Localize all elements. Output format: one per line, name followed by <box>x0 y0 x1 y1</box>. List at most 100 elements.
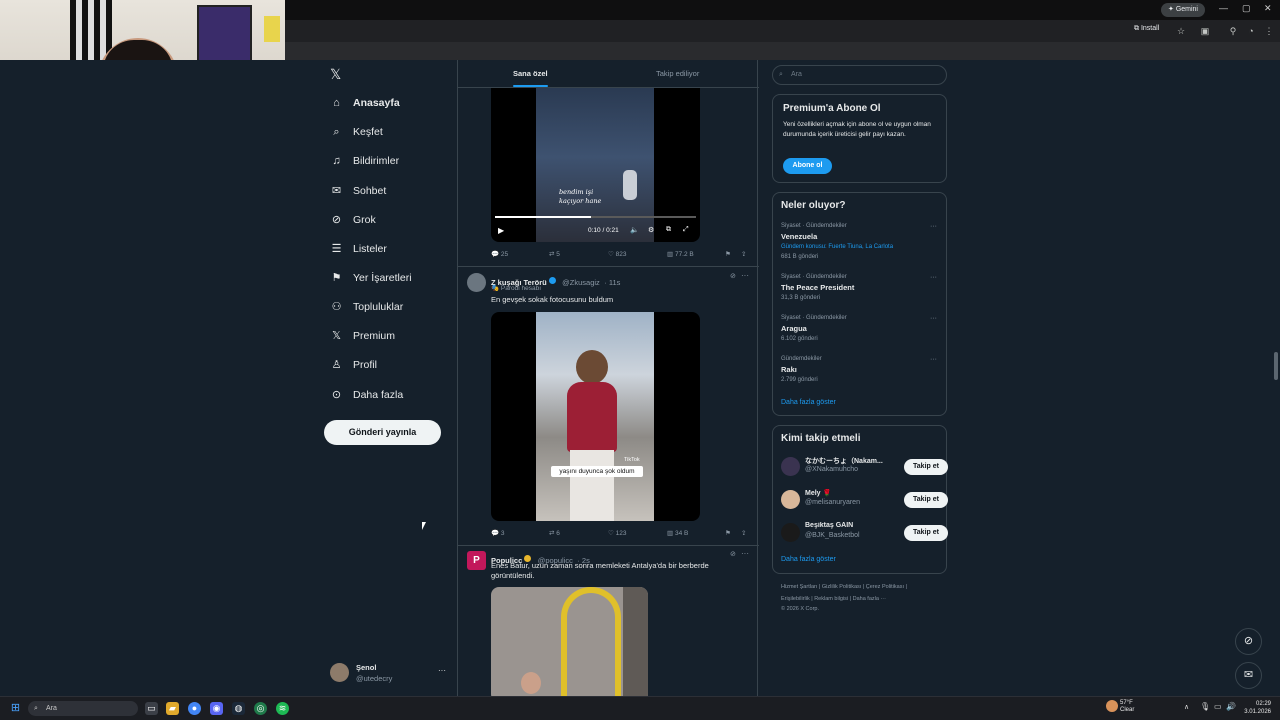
follow-button[interactable]: Takip et <box>904 525 948 541</box>
network-icon[interactable]: ▭ <box>1214 702 1222 711</box>
more-icon[interactable]: ··· <box>741 271 749 280</box>
grok-icon[interactable]: ⊘ <box>730 550 736 558</box>
nav-item-0[interactable]: ⌂ Anasayfa <box>330 93 400 113</box>
views-count[interactable]: ▥ 77.2 B <box>667 250 694 258</box>
fullscreen-icon[interactable]: ⤢ <box>683 226 689 234</box>
tweet-handle[interactable]: @Zkusagiz <box>562 278 600 287</box>
reply-button[interactable]: 💬 3 <box>491 529 505 537</box>
menu-kebab-icon[interactable]: ⋮ <box>1264 26 1274 36</box>
tweet[interactable]: Z kuşağı Terörü @Zkusagiz · 11s ⊘ ··· 🎭 … <box>458 267 759 545</box>
tweet-text: En gevşek sokak fotocusunu buldum <box>491 295 614 304</box>
x-page: 𝕏 ⌂ Anasayfa ⌕ Keşfet ♫ Bildirimler ✉ Sohbet ⊘ Gr… <box>0 60 1280 696</box>
sidepanel-icon[interactable]: ▣ <box>1200 26 1210 36</box>
follow-suggestion[interactable]: Mely 🌹 @melisanuryaren Takip et <box>781 487 948 513</box>
who-show-more[interactable]: Daha fazla göster <box>781 556 836 563</box>
footer-links[interactable]: Hizmet Şartları | Gizlilik Politikası | … <box>781 584 951 590</box>
clock[interactable]: 02:29 3.01.2026 <box>1243 700 1271 716</box>
taskbar-search[interactable]: ⌕ Ara <box>28 701 138 716</box>
bookmark-icon[interactable]: ⚑ <box>725 529 731 537</box>
trend-item[interactable]: Siyaset · Gündemdekiler The Peace Preside… <box>781 274 941 312</box>
nav-item-2[interactable]: ♫ Bildirimler <box>330 151 399 171</box>
grok-float-button[interactable]: ⊘ <box>1235 628 1262 655</box>
nav-item-4[interactable]: ⊘ Grok <box>330 210 376 230</box>
follow-suggestion[interactable]: なかむーちょ（Nakam... @XNakamuhcho Takip et <box>781 454 948 480</box>
trend-subtitle[interactable]: Gündem konusu: Fuerte Tiuna, La Carlota <box>781 244 893 250</box>
profile-icon[interactable]: ◔ <box>1246 26 1256 36</box>
reply-button[interactable]: 💬 25 <box>491 250 508 258</box>
play-icon[interactable]: ▶ <box>498 226 504 235</box>
nav-item-8[interactable]: 𝕏 Premium <box>330 326 395 346</box>
share-icon[interactable]: ⇪ <box>741 529 746 537</box>
repost-button[interactable]: ⇄ 6 <box>549 529 560 537</box>
tweet-image[interactable] <box>491 587 648 696</box>
like-button[interactable]: ♡ 123 <box>608 529 627 537</box>
volume-icon[interactable]: 🔊 <box>1226 702 1236 711</box>
trend-more-icon[interactable]: ··· <box>930 223 937 230</box>
gemini-button[interactable]: ✦ Gemini <box>1161 3 1205 17</box>
install-app-button[interactable]: ⧉ Install <box>1134 25 1159 33</box>
repost-button[interactable]: ⇄ 5 <box>549 250 560 258</box>
video-time: 0:10 / 0:21 <box>588 227 619 234</box>
like-button[interactable]: ♡ 823 <box>608 250 627 258</box>
spotify-icon[interactable]: ≋ <box>276 702 289 715</box>
nav-item-5[interactable]: ☰ Listeler <box>330 239 387 259</box>
follow-suggestion[interactable]: Beşiktaş GAİN @BJK_Basketbol Takip et <box>781 520 948 546</box>
maximize-button[interactable]: ▢ <box>1242 3 1251 14</box>
nav-item-10[interactable]: ⊙ Daha fazla <box>330 385 403 405</box>
more-icon[interactable]: ··· <box>438 666 446 675</box>
pip-icon[interactable]: ⧉ <box>666 226 671 234</box>
trend-more-icon[interactable]: ··· <box>930 356 937 363</box>
volume-icon[interactable]: 🔈 <box>630 226 639 234</box>
star-icon[interactable]: ☆ <box>1176 26 1186 36</box>
nav-item-3[interactable]: ✉ Sohbet <box>330 181 386 201</box>
start-icon[interactable]: ⊞ <box>9 702 22 715</box>
bookmark-icon[interactable]: ⚑ <box>725 250 731 258</box>
weather-widget[interactable]: 57°F Clear <box>1120 700 1134 714</box>
messages-float-button[interactable]: ✉ <box>1235 662 1262 689</box>
video-player[interactable]: bendim işi kaçıyor hane ▶ 0:10 / 0:21 🔈 … <box>491 88 700 242</box>
mic-icon[interactable]: 🎙 <box>1200 702 1210 711</box>
tab-for-you[interactable]: Sana özel <box>513 69 548 78</box>
trend-more-icon[interactable]: ··· <box>930 315 937 322</box>
trends-show-more[interactable]: Daha fazla göster <box>781 399 836 406</box>
nav-item-6[interactable]: ⚑ Yer İşaretleri <box>330 268 412 288</box>
minimize-button[interactable]: — <box>1219 3 1228 13</box>
nav-item-1[interactable]: ⌕ Keşfet <box>330 122 382 142</box>
post-button[interactable]: Gönderi yayınla <box>324 420 441 445</box>
steam-icon[interactable]: ◍ <box>232 702 245 715</box>
chrome-icon[interactable]: ● <box>188 702 201 715</box>
tweet-video[interactable]: yaşını duyunca şok oldum TikTok <box>491 312 700 521</box>
tray-chevron-icon[interactable]: ∧ <box>1184 703 1189 711</box>
follow-button[interactable]: Takip et <box>904 492 948 508</box>
avatar <box>781 490 800 509</box>
file-explorer-icon[interactable]: ▰ <box>166 702 179 715</box>
close-button[interactable]: ✕ <box>1264 3 1272 14</box>
tweet[interactable]: P Populicc @populicc · 2s ⊘ ··· Enes Bat… <box>458 546 759 696</box>
trend-more-icon[interactable]: ··· <box>930 274 937 281</box>
trend-item[interactable]: Gündemdekiler Rakı 2.799 gönderi ··· <box>781 356 941 394</box>
share-icon[interactable]: ⇪ <box>741 250 746 258</box>
video-progress[interactable] <box>495 216 696 218</box>
discord-icon[interactable]: ◉ <box>210 702 223 715</box>
weather-icon[interactable] <box>1106 700 1118 712</box>
who-to-follow-title: Kimi takip etmeli <box>781 433 861 444</box>
grok-icon[interactable]: ⊘ <box>730 272 736 280</box>
nav-item-9[interactable]: ♙ Profil <box>330 355 377 375</box>
search-input[interactable]: ⌕ Ara <box>772 65 947 85</box>
extensions-icon[interactable]: ⚲ <box>1228 26 1238 36</box>
app-icon[interactable]: ◎ <box>254 702 267 715</box>
more-icon[interactable]: ··· <box>741 549 749 558</box>
subscribe-button[interactable]: Abone ol <box>783 158 832 174</box>
trend-item[interactable]: Siyaset · Gündemdekiler Aragua 6.102 gönde… <box>781 315 941 353</box>
scrollbar[interactable] <box>1274 352 1278 380</box>
task-view-icon[interactable]: ▭ <box>145 702 158 715</box>
tab-following[interactable]: Takip ediliyor <box>656 69 699 78</box>
follow-button[interactable]: Takip et <box>904 459 948 475</box>
trend-item[interactable]: Siyaset · Gündemdekiler Venezuela Gündem k… <box>781 223 941 261</box>
nav-item-7[interactable]: ⚇ Topluluklar <box>330 297 404 317</box>
views-count[interactable]: ▥ 34 B <box>667 529 688 537</box>
footer-links-2[interactable]: Erişilebilirlik | Reklam bilgisi | Daha … <box>781 596 951 602</box>
tweet-time[interactable]: · 11s <box>604 278 620 287</box>
x-logo-icon[interactable]: 𝕏 <box>330 66 341 83</box>
settings-icon[interactable]: ⚙ <box>648 226 654 234</box>
